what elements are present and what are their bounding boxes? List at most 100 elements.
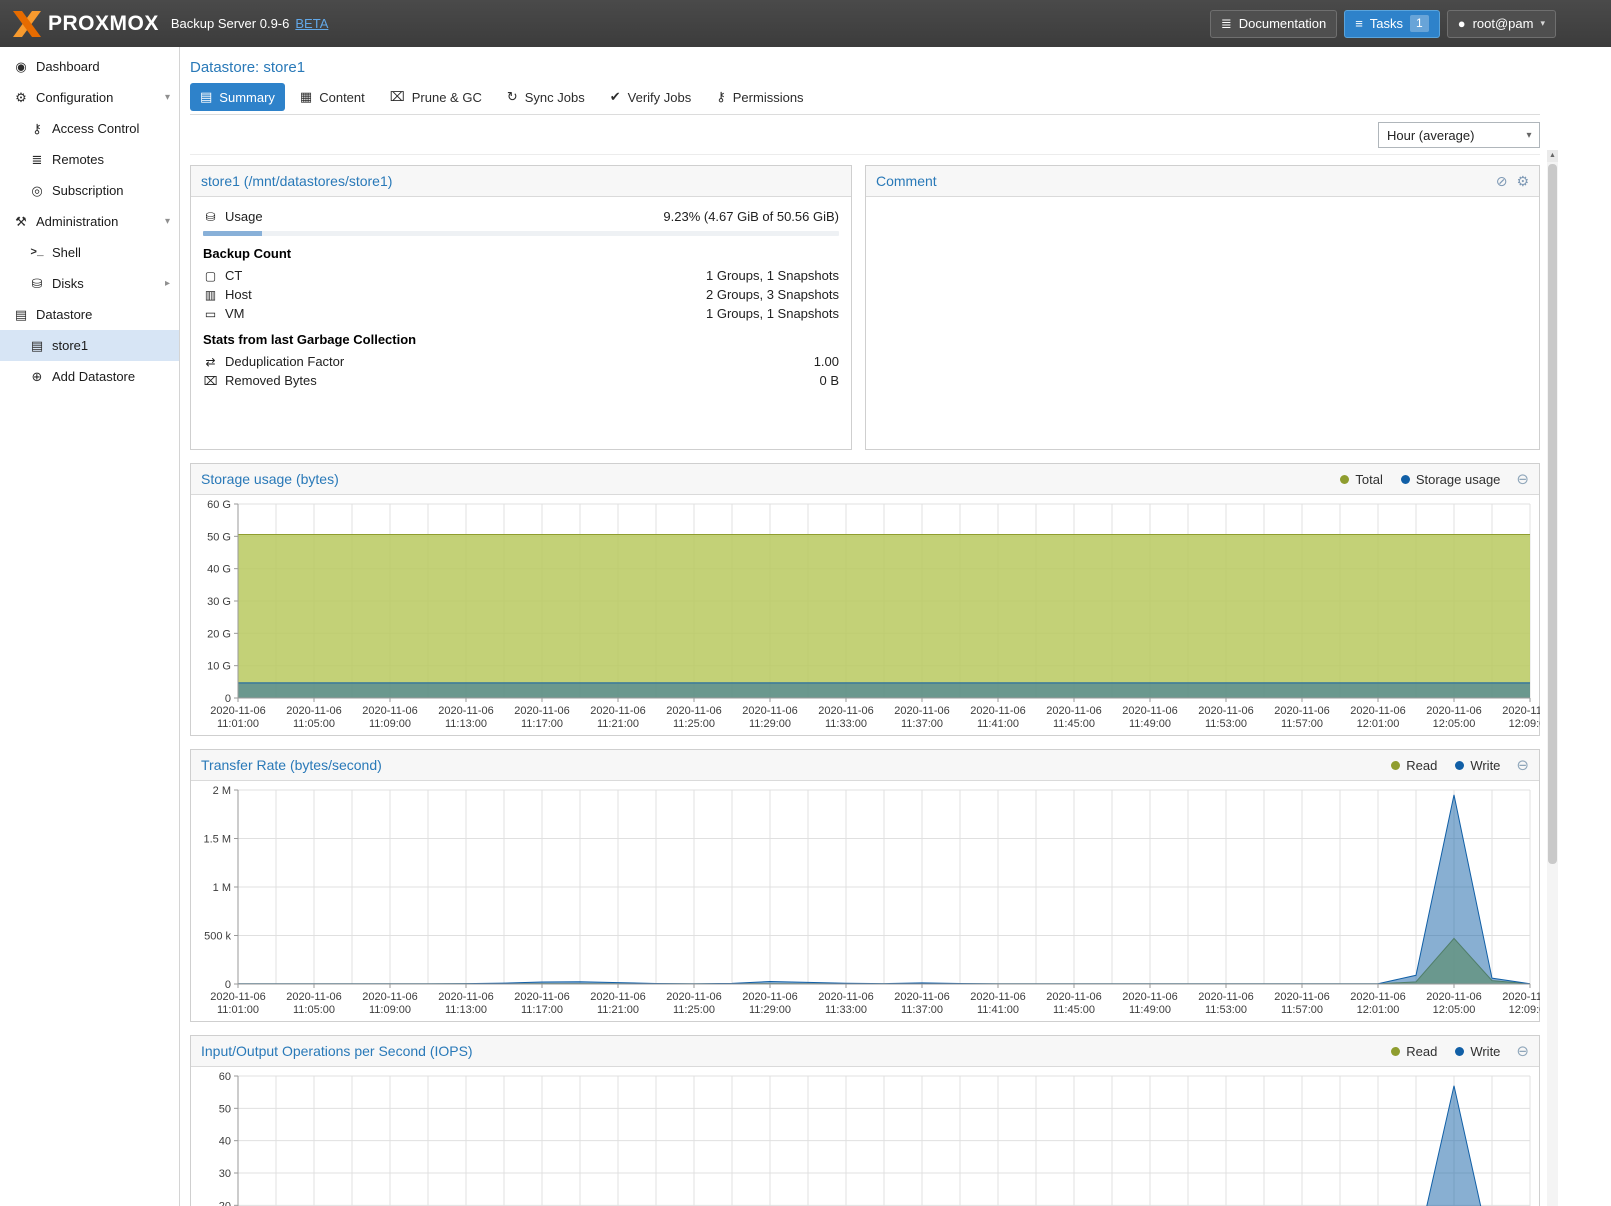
collapse-icon[interactable]: ⊖ [1516,1042,1529,1060]
legend-item-total[interactable]: Total [1340,472,1382,487]
documentation-label: Documentation [1239,16,1326,31]
toolbar: Hour (average) ▾ [190,122,1540,155]
comment-panel-header: Comment ⊘ ⚙ [866,166,1539,197]
legend-item-storage-usage[interactable]: Storage usage [1401,472,1501,487]
tab-verify-jobs[interactable]: ✔Verify Jobs [600,83,702,111]
svg-text:2020-11-06: 2020-11-06 [666,705,721,717]
proxmox-logo-mark [12,11,42,37]
svg-text:11:21:00: 11:21:00 [597,1004,639,1016]
sidebar-item-dashboard[interactable]: ◉Dashboard [0,51,179,82]
svg-text:12:05:00: 12:05:00 [1433,718,1476,730]
svg-text:12:09:00: 12:09:00 [1509,718,1540,730]
svg-text:11:25:00: 11:25:00 [673,1004,715,1016]
info-row-value: 1 Groups, 1 Snapshots [706,306,839,321]
svg-text:11:53:00: 11:53:00 [1205,1004,1247,1016]
sidebar-item-label: Shell [52,245,81,260]
svg-text:1 M: 1 M [213,882,231,894]
transfer-rate-panel: Transfer Rate (bytes/second) ReadWrite ⊖… [190,749,1540,1022]
legend-item-write[interactable]: Write [1455,758,1500,773]
scrollbar-thumb[interactable] [1548,164,1557,864]
svg-text:2020-11-06: 2020-11-06 [1274,991,1329,1003]
svg-text:2020-11-06: 2020-11-06 [438,991,493,1003]
svg-text:2020-11-06: 2020-11-06 [1198,991,1253,1003]
svg-text:11:17:00: 11:17:00 [521,1004,563,1016]
legend-dot [1401,475,1410,484]
info-row-value: 1.00 [814,354,839,369]
tab-content[interactable]: ▦Content [290,83,375,111]
sidebar-item-configuration[interactable]: ⚙Configuration▾ [0,82,179,113]
comment-title: Comment [876,173,937,189]
svg-text:12:09:00: 12:09:00 [1509,1004,1540,1016]
chevron-down-icon: ▾ [1540,18,1545,29]
subscription-icon: ◎ [28,183,46,199]
tab-prune-gc[interactable]: ⌧Prune & GC [380,83,492,111]
chevron-down-icon: ▾ [165,216,179,227]
svg-text:2020-11-06: 2020-11-06 [1502,991,1540,1003]
comment-panel: Comment ⊘ ⚙ [865,165,1540,450]
chevron-down-icon[interactable]: ▾ [1519,130,1539,141]
sidebar-item-store1[interactable]: ▤store1 [0,330,179,361]
timeframe-select[interactable]: Hour (average) ▾ [1378,122,1540,148]
scroll-up-icon[interactable]: ▲ [1547,150,1558,162]
svg-text:11:13:00: 11:13:00 [445,718,487,730]
sidebar-item-label: Datastore [36,307,92,322]
svg-text:11:21:00: 11:21:00 [597,718,639,730]
tab-sync-jobs[interactable]: ↻Sync Jobs [497,83,595,111]
info-row-value: 2 Groups, 3 Snapshots [706,287,839,302]
tab-summary[interactable]: ▤Summary [190,83,285,111]
svg-text:2020-11-06: 2020-11-06 [1426,705,1481,717]
sidebar-item-subscription[interactable]: ◎ Subscription [0,175,179,206]
collapse-icon[interactable]: ⊖ [1516,756,1529,774]
sidebar-item-disks[interactable]: ⛁Disks▸ [0,268,179,299]
store-icon: ▤ [28,338,46,354]
sidebar-item-label: Subscription [52,183,124,198]
svg-text:2020-11-06: 2020-11-06 [514,705,569,717]
sidebar-item-label: Access Control [52,121,139,136]
host-icon: ▥ [203,288,218,302]
svg-text:20 G: 20 G [207,628,231,640]
legend-dot [1391,1047,1400,1056]
documentation-button[interactable]: ≣ Documentation [1210,10,1337,38]
add-icon: ⊕ [28,369,46,385]
verify-icon: ✔ [610,89,621,105]
legend-dot [1455,1047,1464,1056]
storage-usage-header: Storage usage (bytes) TotalStorage usage… [191,464,1539,495]
legend-label: Read [1406,1044,1437,1059]
iops-chart: 01020304050602020-11-0611:01:002020-11-0… [191,1067,1539,1206]
legend-item-read[interactable]: Read [1391,758,1437,773]
svg-text:1.5 M: 1.5 M [203,834,231,846]
sidebar-item-remotes[interactable]: ≣Remotes [0,144,179,175]
svg-text:2020-11-06: 2020-11-06 [362,991,417,1003]
usage-value: 9.23% (4.67 GiB of 50.56 GiB) [663,209,839,224]
tab-label: Sync Jobs [525,90,585,105]
sidebar-item-administration[interactable]: ⚒Administration▾ [0,206,179,237]
legend-item-write[interactable]: Write [1455,1044,1500,1059]
svg-text:2020-11-06: 2020-11-06 [970,991,1025,1003]
svg-text:2020-11-06: 2020-11-06 [1350,991,1405,1003]
legend-item-read[interactable]: Read [1391,1044,1437,1059]
tab-permissions[interactable]: ⚷Permissions [706,83,813,111]
timeframe-value: Hour (average) [1379,128,1519,143]
chart-svg: 01020304050602020-11-0611:01:002020-11-0… [192,1068,1540,1206]
ban-icon[interactable]: ⊘ [1496,173,1508,190]
comment-panel-tools: ⊘ ⚙ [1496,173,1529,190]
collapse-icon[interactable]: ⊖ [1516,470,1529,488]
tasks-icon: ≡ [1355,16,1363,31]
legend-label: Read [1406,758,1437,773]
svg-text:11:05:00: 11:05:00 [293,718,335,730]
user-menu-button[interactable]: ● root@pam ▾ [1447,10,1556,38]
trash-icon: ⌧ [390,89,405,105]
sidebar-item-add-datastore[interactable]: ⊕Add Datastore [0,361,179,392]
sidebar-item-access-control[interactable]: ⚷Access Control [0,113,179,144]
tasks-button[interactable]: ≡ Tasks 1 [1344,10,1440,38]
legend-dot [1455,761,1464,770]
svg-text:12:01:00: 12:01:00 [1357,1004,1400,1016]
legend-dot [1391,761,1400,770]
top-panels-row: store1 (/mnt/datastores/store1) ⛁ Usage … [190,165,1540,450]
sidebar-item-shell[interactable]: >_Shell [0,237,179,268]
beta-link[interactable]: BETA [295,16,328,31]
sidebar-item-datastore[interactable]: ▤Datastore [0,299,179,330]
svg-text:11:41:00: 11:41:00 [977,718,1019,730]
vertical-scrollbar[interactable]: ▲ [1547,150,1558,1206]
gear-icon[interactable]: ⚙ [1516,173,1529,190]
